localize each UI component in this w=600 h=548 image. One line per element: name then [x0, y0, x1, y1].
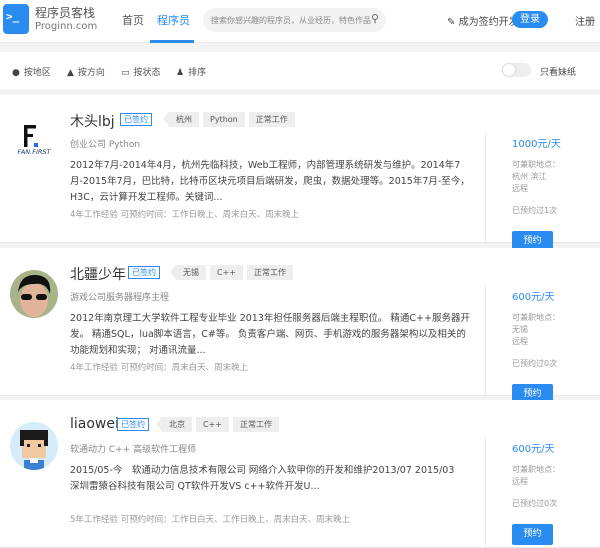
booked-count: 已预约过1次	[512, 206, 558, 215]
daily-rate: 1000元/天	[512, 139, 561, 150]
developer-description: 2012年7月-2014年4月，杭州先临科技，Web工程师，内部管理系统研发与维…	[70, 160, 470, 203]
developer-subtitle: 软通动力 C++ 高级软件工程师	[70, 445, 197, 455]
signed-badge: 已签约	[128, 266, 160, 279]
location-label: 可兼职地点：	[512, 160, 560, 169]
location-item: 远程	[512, 184, 528, 193]
location-item: 远程	[512, 477, 528, 486]
svg-text:FAN.FIRST: FAN.FIRST	[17, 148, 51, 156]
experience-availability: 5年工作经验 可预约时间：工作日白天、工作日晚上、周末白天、周末晚上	[70, 515, 351, 525]
developer-description: 2012年南京理工大学软件工程专业毕业 2013年担任服务器后端主程职位。 精通…	[70, 313, 470, 356]
developer-card: 北疆少年 已签约 无锡 C++ 正常工作 游戏公司服务器程序主程 2012年南京…	[0, 248, 600, 405]
location-info: 可兼职地点： 无锡远程	[512, 312, 560, 348]
search-input[interactable]: 搜索你感兴趣的程序员，从业经历，特色作品 ⚲	[203, 8, 386, 32]
filter-region[interactable]: ● 按地区	[12, 65, 51, 78]
brand-cn: 程序员客栈	[35, 6, 96, 20]
divider	[485, 285, 486, 395]
divider	[485, 437, 486, 547]
brand[interactable]: 程序员客栈 Proginn.com	[35, 6, 97, 34]
signed-badge: 已签约	[117, 418, 149, 431]
experience-availability: 4年工作经验 可预约时间：工作日晚上、周末白天、周末晚上	[70, 210, 300, 220]
experience-availability: 4年工作经验 可预约时间：周末白天、周末晚上	[70, 363, 249, 373]
nav-programmers[interactable]: 程序员	[157, 12, 190, 28]
location-label: 可兼职地点：	[512, 313, 560, 322]
developer-name[interactable]: 北疆少年	[70, 264, 126, 284]
divider	[485, 132, 486, 242]
brand-en: Proginn.com	[35, 21, 98, 32]
tag-status: 正常工作	[233, 417, 279, 432]
tag-list: 北京 C++ 正常工作	[156, 417, 279, 432]
tag-skill: Python	[203, 112, 245, 127]
filter-label: 按地区	[23, 68, 51, 78]
avatar-image	[10, 270, 58, 318]
daily-rate: 600元/天	[512, 292, 555, 303]
avatar[interactable]: FAN.FIRST	[10, 117, 58, 165]
avatar-image: FAN.FIRST	[10, 117, 58, 165]
active-nav-indicator	[150, 40, 194, 43]
developer-description: 2015/05-今 软通动力信息技术有限公司 网络介入软甲你的开发和维护2013…	[70, 465, 464, 492]
girls-only-label: 只看妹纸	[540, 68, 577, 78]
tag-city: 杭州	[163, 112, 199, 127]
logo-icon[interactable]: >_	[3, 4, 29, 34]
developer-subtitle: 创业公司 Python	[70, 140, 141, 150]
tag-skill: C++	[210, 265, 243, 280]
filter-bar: ● 按地区 ▲ 按方向 ▭ 按状态 ♟ 排序 只看妹纸	[0, 52, 600, 89]
tag-city: 无锡	[170, 265, 206, 280]
search-icon[interactable]: ⚲	[371, 12, 379, 25]
monitor-icon: ▭	[121, 68, 130, 78]
register-link[interactable]: 注册	[575, 13, 595, 28]
book-button[interactable]: 预约	[512, 524, 553, 545]
filter-label: 按状态	[133, 68, 161, 78]
daily-rate: 600元/天	[512, 444, 555, 455]
search-placeholder: 搜索你感兴趣的程序员，从业经历，特色作品	[211, 16, 371, 25]
location-info: 可兼职地点： 远程	[512, 464, 560, 488]
location-item: 杭州 滨江	[512, 172, 547, 181]
edit-icon: ✎	[447, 17, 456, 28]
filter-label: 排序	[188, 68, 207, 78]
location-label: 可兼职地点：	[512, 465, 560, 474]
user-icon: ♟	[176, 68, 185, 78]
avatar-image	[10, 422, 58, 470]
booked-count: 已预约过0次	[512, 499, 558, 508]
developer-name[interactable]: 木头lbj	[70, 111, 115, 131]
filter-label: 按方向	[77, 68, 105, 78]
avatar[interactable]	[10, 422, 58, 470]
nav-home[interactable]: 首页	[122, 12, 144, 28]
tag-status: 正常工作	[248, 112, 295, 127]
filter-sort[interactable]: ♟ 排序	[176, 65, 206, 78]
top-header: >_ 程序员客栈 Proginn.com 首页 程序员 搜索你感兴趣的程序员，从业…	[0, 0, 600, 43]
booked-count: 已预约过0次	[512, 359, 558, 368]
signed-badge: 已签约	[120, 113, 152, 126]
tag-list: 无锡 C++ 正常工作	[170, 265, 293, 280]
filter-status[interactable]: ▭ 按状态	[121, 65, 161, 78]
tag-status: 正常工作	[247, 265, 293, 280]
tag-skill: C++	[196, 417, 229, 432]
filter-direction[interactable]: ▲ 按方向	[67, 65, 105, 78]
girls-only-toggle[interactable]	[502, 63, 531, 77]
tag-list: 杭州 Python 正常工作	[163, 112, 295, 127]
developer-name[interactable]: liaowei	[70, 416, 119, 432]
tag-city: 北京	[156, 417, 192, 432]
developer-card: liaowei 已签约 北京 C++ 正常工作 软通动力 C++ 高级软件工程师…	[0, 400, 600, 548]
avatar[interactable]	[10, 270, 58, 318]
developer-card: FAN.FIRST 木头lbj 已签约 杭州 Python 正常工作 创业公司 …	[0, 95, 600, 252]
location-item: 无锡	[512, 325, 528, 334]
developer-subtitle: 游戏公司服务器程序主程	[70, 293, 170, 303]
location-item: 远程	[512, 337, 528, 346]
map-pin-icon: ●	[12, 68, 20, 78]
graduation-cap-icon: ▲	[67, 68, 74, 78]
location-info: 可兼职地点： 杭州 滨江远程	[512, 159, 560, 195]
login-button[interactable]: 登录	[512, 11, 548, 28]
